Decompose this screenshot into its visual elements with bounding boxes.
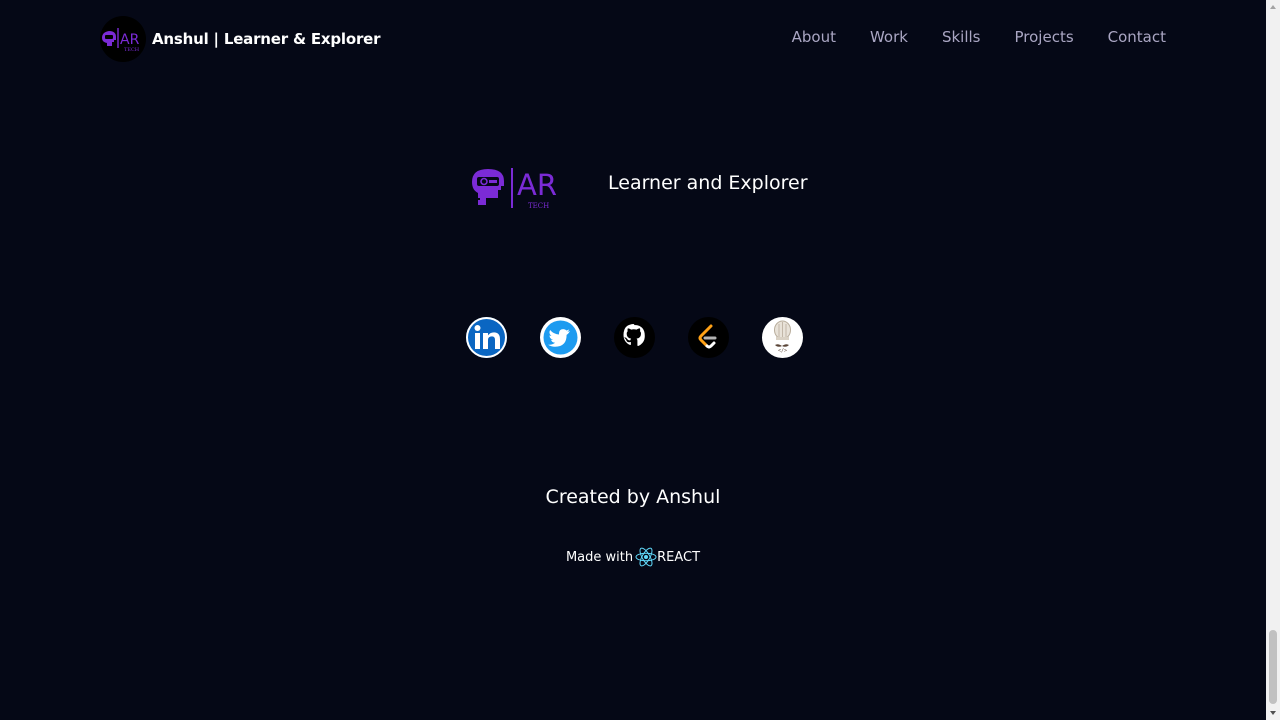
created-by-text: Created by Anshul xyxy=(545,486,721,508)
nav-link-projects[interactable]: Projects xyxy=(1015,28,1074,46)
ar-tech-large-logo-icon: AR TECH xyxy=(472,168,557,210)
vertical-scrollbar[interactable] xyxy=(1266,0,1280,720)
scroll-down-arrow-icon[interactable] xyxy=(1266,706,1280,720)
brand-link[interactable]: AR TECH Anshul | Learner & Explorer xyxy=(100,16,381,62)
footer-logo: AR TECH xyxy=(470,164,564,214)
github-icon[interactable] xyxy=(614,317,655,358)
navbar: AR TECH Anshul | Learner & Explorer Abou… xyxy=(0,0,1266,78)
made-with-suffix: REACT xyxy=(657,549,701,565)
nav-links: About Work Skills Projects Contact xyxy=(792,28,1166,46)
svg-text:TECH: TECH xyxy=(124,47,140,53)
svg-text:AR: AR xyxy=(120,32,140,48)
brand-title: Anshul | Learner & Explorer xyxy=(152,30,381,48)
nav-link-work[interactable]: Work xyxy=(870,28,908,46)
ar-tech-logo-icon: AR TECH xyxy=(100,16,146,62)
svg-text:TECH: TECH xyxy=(528,202,549,210)
scroll-up-arrow-icon[interactable] xyxy=(1266,0,1280,14)
twitter-icon[interactable] xyxy=(540,317,581,358)
tagline: Learner and Explorer xyxy=(608,172,808,194)
social-links: </> xyxy=(466,317,803,358)
codechef-icon[interactable]: </> xyxy=(762,317,803,358)
nav-link-skills[interactable]: Skills xyxy=(942,28,981,46)
nav-link-contact[interactable]: Contact xyxy=(1108,28,1166,46)
svg-text:AR: AR xyxy=(517,168,557,202)
page: AR TECH Anshul | Learner & Explorer Abou… xyxy=(0,0,1266,720)
react-icon xyxy=(635,546,657,568)
scrollbar-thumb[interactable] xyxy=(1269,630,1277,704)
nav-link-about[interactable]: About xyxy=(792,28,836,46)
svg-text:</>: </> xyxy=(778,348,787,354)
leetcode-icon[interactable] xyxy=(688,317,729,358)
made-with-prefix: Made with xyxy=(565,549,634,565)
linkedin-icon[interactable] xyxy=(466,317,507,358)
made-with: Made with REACT xyxy=(0,546,1266,568)
